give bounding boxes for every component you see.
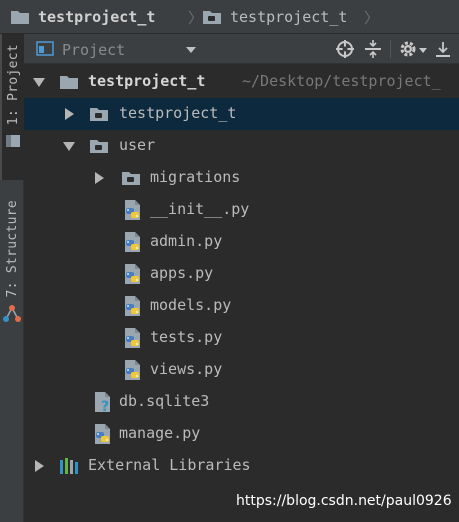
tree-item-label: __init__.py <box>150 200 250 218</box>
gear-dropdown-icon[interactable] <box>419 46 427 54</box>
tree-item-label: models.py <box>150 296 232 314</box>
folder-icon <box>120 167 142 189</box>
root-label: testproject_t <box>88 72 206 90</box>
chevron-down-icon[interactable] <box>185 45 197 55</box>
python-file-icon <box>92 423 114 445</box>
tree-item-db-sqlite3[interactable]: db.sqlite3 <box>24 386 459 418</box>
tree-item-label: views.py <box>150 360 223 378</box>
unknown-file-icon <box>92 391 114 413</box>
project-tree: testproject_t ~/Desktop/testproject_ tes… <box>24 65 459 522</box>
tab-project[interactable]: 1: Project <box>0 34 24 180</box>
gear-icon[interactable] <box>398 39 418 59</box>
root-path: ~/Desktop/testproject_ <box>242 72 441 90</box>
breadcrumb-project-label: testproject_t <box>38 8 156 26</box>
python-file-icon <box>122 231 144 253</box>
tab-structure[interactable]: 7: Structure <box>0 192 24 338</box>
python-file-icon <box>122 295 144 317</box>
breadcrumb-separator-icon: 〉 <box>364 9 380 27</box>
navigation-bar: testproject_t 〉 testproject_t 〉 <box>0 0 459 34</box>
folder-icon <box>88 103 110 125</box>
tree-item-label: user <box>119 136 156 154</box>
chevron-down-icon[interactable] <box>62 139 76 153</box>
external-libraries-label: External Libraries <box>88 456 251 474</box>
tree-item-root[interactable]: testproject_t ~/Desktop/testproject_ <box>24 66 459 98</box>
chevron-right-icon[interactable] <box>62 107 76 121</box>
python-file-icon <box>122 263 144 285</box>
tree-item-admin-py[interactable]: admin.py <box>24 226 459 258</box>
chevron-right-icon[interactable] <box>32 459 46 473</box>
python-file-icon <box>122 359 144 381</box>
project-panel-header: Project <box>24 34 459 64</box>
folder-icon <box>58 71 80 93</box>
watermark: https://blog.csdn.net/paul0926 <box>236 493 452 509</box>
structure-icon <box>3 304 21 322</box>
tree-item-label: db.sqlite3 <box>119 392 210 410</box>
tree-item-manage-py[interactable]: manage.py <box>24 418 459 450</box>
tree-item-apps-py[interactable]: apps.py <box>24 258 459 290</box>
tree-item-external-libraries[interactable]: External Libraries <box>24 450 459 482</box>
python-file-icon <box>122 327 144 349</box>
breadcrumb-project[interactable]: testproject_t <box>8 6 155 28</box>
tree-item-label: testproject_t <box>119 104 237 122</box>
chevron-right-icon[interactable] <box>92 171 106 185</box>
project-tool-icon <box>6 135 20 148</box>
tree-item-label: apps.py <box>150 264 214 282</box>
tree-item-label: admin.py <box>150 232 223 250</box>
tree-item-views-py[interactable]: views.py <box>24 354 459 386</box>
tree-item-init-py[interactable]: __init__.py <box>24 194 459 226</box>
tree-item-label: manage.py <box>119 424 201 442</box>
toolbar-divider <box>390 40 391 58</box>
tree-item-tests-py[interactable]: tests.py <box>24 322 459 354</box>
folder-icon <box>8 6 32 28</box>
tool-window-strip: 1: Project 7: Structure <box>0 34 24 522</box>
library-icon <box>60 458 78 474</box>
folder-icon <box>200 6 224 28</box>
scroll-from-source-icon[interactable] <box>335 39 355 59</box>
project-view-icon <box>36 41 54 56</box>
tree-item-testproject-package[interactable]: testproject_t <box>24 98 459 130</box>
tree-item-models-py[interactable]: models.py <box>24 290 459 322</box>
tab-project-label: 1: Project <box>5 44 21 126</box>
breadcrumb-folder-label: testproject_t <box>230 8 348 26</box>
collapse-all-icon[interactable] <box>363 39 383 59</box>
tree-item-migrations[interactable]: migrations <box>24 162 459 194</box>
hide-panel-icon[interactable] <box>434 40 452 58</box>
tab-structure-label: 7: Structure <box>4 200 20 298</box>
tree-item-label: migrations <box>150 168 241 186</box>
tree-item-label: tests.py <box>150 328 223 346</box>
view-selector[interactable]: Project <box>62 41 125 59</box>
chevron-down-icon[interactable] <box>32 75 46 89</box>
python-file-icon <box>122 199 144 221</box>
folder-icon <box>88 135 110 157</box>
breadcrumb-folder[interactable]: testproject_t <box>200 6 347 28</box>
tree-item-user[interactable]: user <box>24 130 459 162</box>
